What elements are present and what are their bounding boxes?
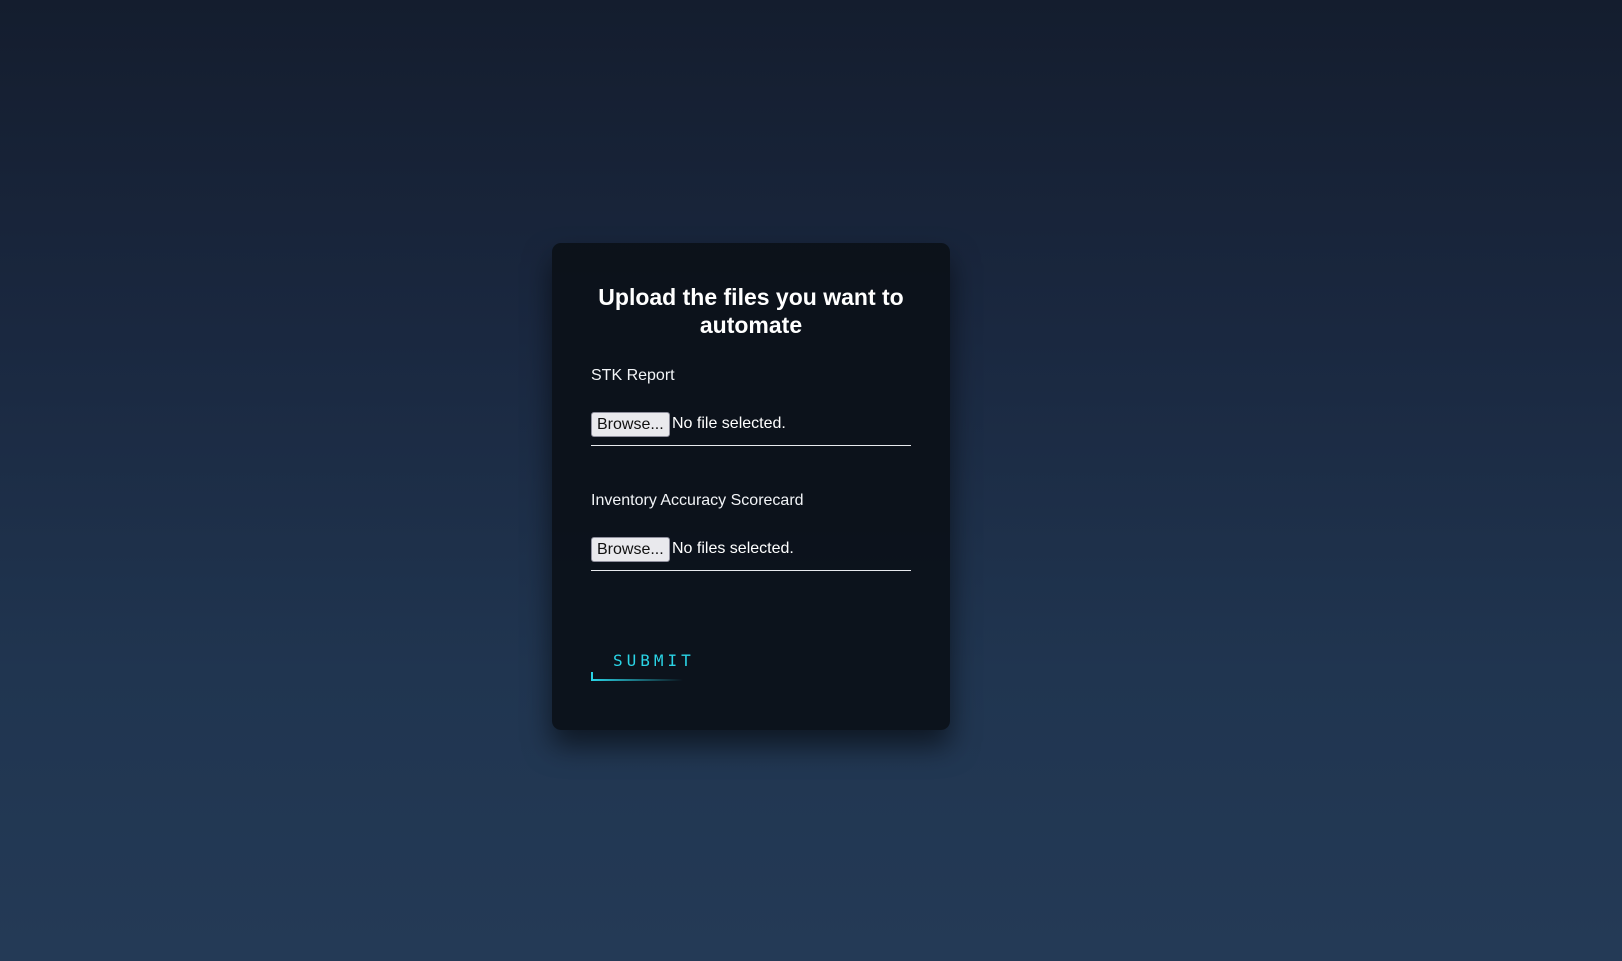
inventory-scorecard-label: Inventory Accuracy Scorecard [591,492,804,509]
submit-underline [591,679,683,681]
inventory-scorecard-file-status: No files selected. [672,540,794,557]
stk-report-file-input[interactable]: Browse... No file selected. [591,410,911,446]
inventory-scorecard-browse-button[interactable]: Browse... [591,537,670,562]
upload-card: Upload the files you want to automate ST… [552,243,950,730]
inventory-scorecard-file-input[interactable]: Browse... No files selected. [591,535,911,571]
submit-label: SUBMIT [613,651,695,670]
stk-report-browse-button[interactable]: Browse... [591,412,670,437]
stk-report-file-status: No file selected. [672,415,786,432]
submit-button[interactable]: SUBMIT [591,651,691,681]
stk-report-label: STK Report [591,367,675,384]
form-title: Upload the files you want to automate [598,284,904,338]
